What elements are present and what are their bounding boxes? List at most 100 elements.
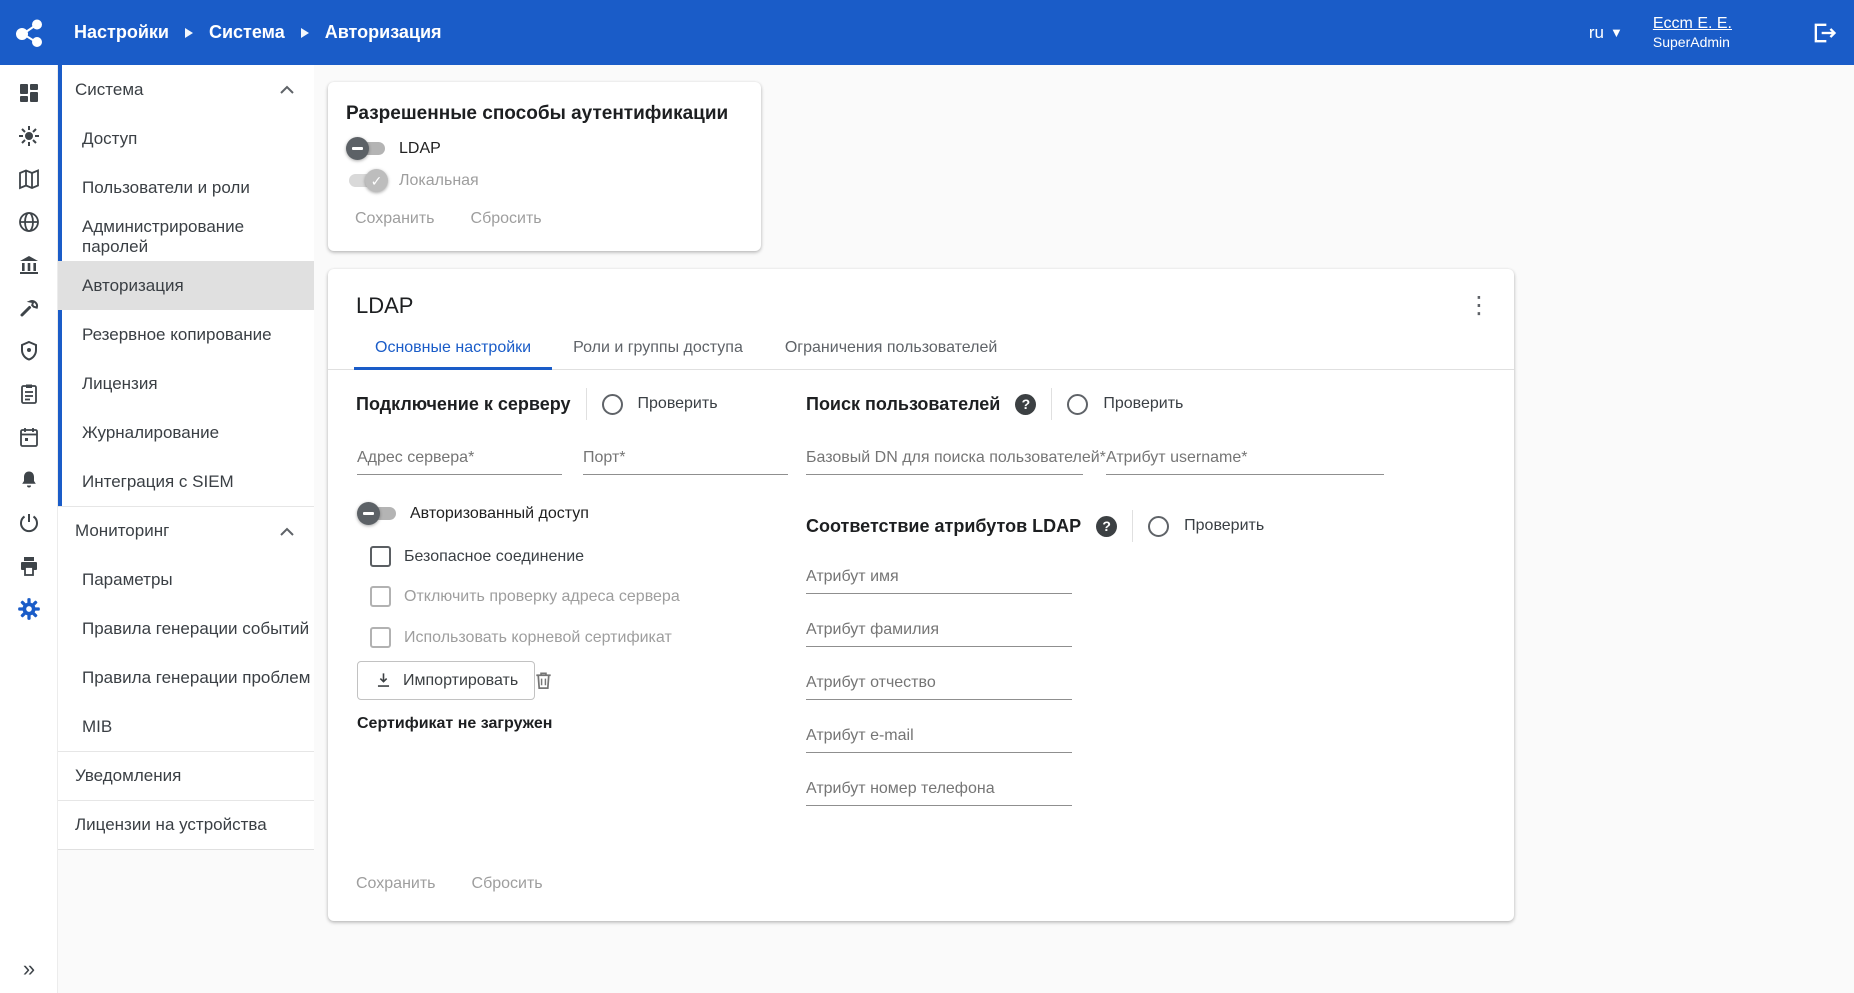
import-certificate-button[interactable]: Импортировать [357,661,535,700]
sidebar-item-mib[interactable]: MIB [58,702,314,751]
breadcrumb-system[interactable]: Система [209,22,285,43]
middle-name-attribute-label: Атрибут отчество [806,674,936,692]
secure-connection-row: Безопасное соединение [370,545,584,568]
auth-methods-title: Разрешенные способы аутентификации [346,103,728,125]
minus-icon [363,512,374,515]
base-dn-field[interactable]: Базовый DN для поиска пользователей* [806,439,1083,475]
sidebar-item-label: Лицензия [82,374,158,394]
sidebar-group-system-header[interactable]: Система [58,65,314,114]
printer-icon[interactable] [7,544,51,587]
events-icon[interactable] [7,114,51,157]
sidebar-item-label: Пользователи и роли [82,178,250,198]
first-name-attribute-field[interactable]: Атрибут имя [806,558,1072,594]
attributes-section-header: Соответствие атрибутов LDAP ? Проверить [806,509,1264,543]
power-icon[interactable] [7,501,51,544]
map-icon[interactable] [7,157,51,200]
notifications-icon[interactable] [7,458,51,501]
save-button[interactable]: Сохранить [355,210,435,228]
secure-connection-label: Безопасное соединение [404,548,584,566]
skip-server-check-checkbox[interactable] [370,586,391,607]
sidebar-item-problem-generation-rules[interactable]: Правила генерации проблем [58,653,314,702]
server-address-field[interactable]: Адрес сервера* [357,439,562,475]
app-root: Настройки Система Авторизация ru ▼ Eccm … [0,0,1854,993]
user-search-title: Поиск пользователей [806,394,1000,415]
sidebar-item-device-licenses[interactable]: Лицензии на устройства [58,800,314,849]
help-icon[interactable]: ? [1015,394,1036,415]
sidebar-item-label: Администрирование паролей [82,217,314,257]
sidebar-item-label: Лицензии на устройства [75,815,267,835]
root-certificate-checkbox[interactable] [370,627,391,648]
sidebar-item-journaling[interactable]: Журналирование [58,408,314,457]
delete-certificate-button[interactable] [532,669,555,692]
local-auth-toggle[interactable]: ✓ [346,168,388,193]
base-dn-label: Базовый DN для поиска пользователей* [806,449,1106,467]
divider [1051,388,1052,420]
ldap-tabs: Основные настройки Роли и группы доступа… [328,326,1514,370]
port-label: Порт* [583,449,626,467]
connection-check-radio[interactable] [602,394,623,415]
sidebar-item-label: Журналирование [82,423,219,443]
reset-button[interactable]: Сбросить [471,210,542,228]
tab-user-restrictions[interactable]: Ограничения пользователей [764,326,1018,369]
ldap-toggle[interactable] [346,136,388,161]
app-logo[interactable] [0,16,58,50]
tab-roles-access-groups[interactable]: Роли и группы доступа [552,326,764,369]
sidebar-item-event-generation-rules[interactable]: Правила генерации событий [58,604,314,653]
sidebar-item-password-administration[interactable]: Администрирование паролей [58,212,314,261]
user-menu[interactable]: Eccm E. E. SuperAdmin [1653,14,1732,52]
breadcrumb-arrow-icon [185,28,193,38]
breadcrumb-settings[interactable]: Настройки [74,22,169,43]
sidebar-item-license[interactable]: Лицензия [58,359,314,408]
user-name: Eccm E. E. [1653,14,1732,34]
calendar-icon[interactable] [7,415,51,458]
sidebar-item-authorization[interactable]: Авторизация [58,261,314,310]
sidebar-group-monitoring-header[interactable]: Мониторинг [58,506,314,555]
sidebar-item-access[interactable]: Доступ [58,114,314,163]
expand-sidebar-button[interactable]: » [0,951,58,987]
globe-icon[interactable] [7,200,51,243]
save-button[interactable]: Сохранить [356,875,436,893]
local-auth-toggle-label: Локальная [399,172,479,190]
attributes-check-radio[interactable] [1148,516,1169,537]
secure-connection-checkbox[interactable] [370,546,391,567]
sidebar-item-label: Правила генерации событий [82,619,309,639]
sidebar-item-label: Интеграция с SIEM [82,472,234,492]
main-content: Разрешенные способы аутентификации LDAP … [314,65,1854,993]
sidebar-item-label: Уведомления [75,766,181,786]
authorized-access-label: Авторизованный доступ [410,505,589,523]
sidebar-group-system: Система Доступ Пользователи и роли Админ… [58,65,314,506]
tab-main-settings[interactable]: Основные настройки [354,326,552,369]
sidebar-item-notifications[interactable]: Уведомления [58,751,314,800]
logout-icon [1810,19,1838,47]
sidebar-group-label: Мониторинг [75,521,169,541]
phone-attribute-field[interactable]: Атрибут номер телефона [806,770,1072,806]
reset-button[interactable]: Сбросить [472,875,543,893]
attributes-check-label: Проверить [1184,517,1264,535]
help-icon[interactable]: ? [1096,516,1117,537]
settings-icon[interactable] [7,587,51,630]
dashboard-icon[interactable] [7,71,51,114]
auth-methods-actions: Сохранить Сбросить [355,210,542,228]
sidebar-item-parameters[interactable]: Параметры [58,555,314,604]
port-field[interactable]: Порт* [583,439,788,475]
clipboard-icon[interactable] [7,372,51,415]
tools-icon[interactable] [7,286,51,329]
minus-icon [352,147,363,150]
logout-button[interactable] [1810,19,1838,47]
language-selector[interactable]: ru ▼ [1589,23,1623,43]
more-options-button[interactable]: ⋮ [1464,291,1494,320]
username-attribute-field[interactable]: Атрибут username* [1106,439,1384,475]
sidebar-item-backup[interactable]: Резервное копирование [58,310,314,359]
authorized-access-toggle[interactable] [357,501,399,526]
last-name-attribute-field[interactable]: Атрибут фамилия [806,611,1072,647]
sidebar-item-siem-integration[interactable]: Интеграция с SIEM [58,457,314,506]
user-search-check-radio[interactable] [1067,394,1088,415]
sidebar-item-users-roles[interactable]: Пользователи и роли [58,163,314,212]
security-icon[interactable] [7,329,51,372]
middle-name-attribute-field[interactable]: Атрибут отчество [806,664,1072,700]
user-search-section-header: Поиск пользователей ? Проверить [806,387,1183,421]
email-attribute-field[interactable]: Атрибут e-mail [806,717,1072,753]
organization-icon[interactable] [7,243,51,286]
breadcrumb-authorization[interactable]: Авторизация [325,22,442,43]
chevrons-right-icon: » [23,956,35,982]
